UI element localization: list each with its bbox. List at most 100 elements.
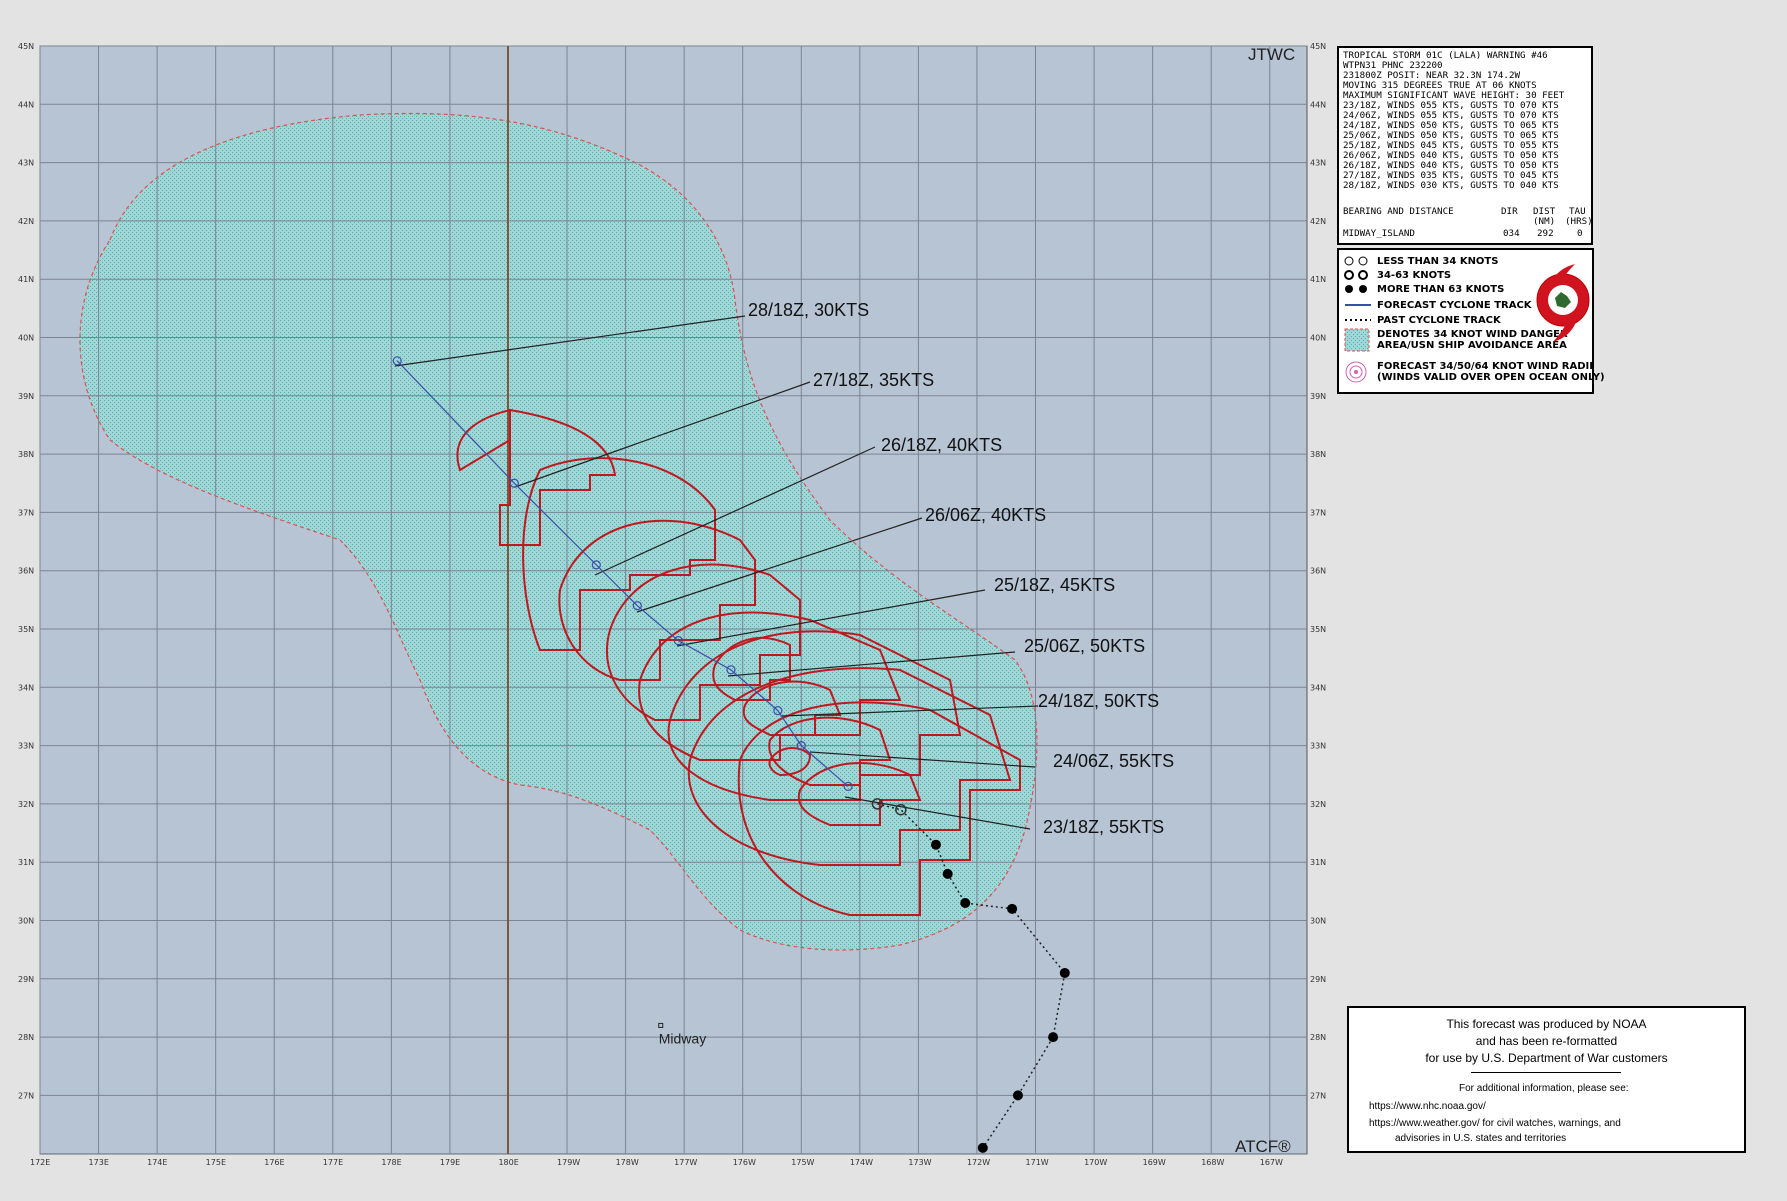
row-dir: 034 xyxy=(1503,228,1520,239)
lon-label: 167W xyxy=(1260,1158,1283,1167)
lat-label: 42N xyxy=(18,217,34,226)
lat-label: 29N xyxy=(18,975,34,984)
forecast-label-26-06: 26/06Z, 40KTS xyxy=(925,505,1046,525)
lon-label: 178E xyxy=(381,1158,401,1167)
warning-info-box: TROPICAL STORM 01C (LALA) WARNING #46 WTP… xyxy=(1337,46,1593,245)
noaa-notice-box: This forecast was produced by NOAA and h… xyxy=(1347,1006,1746,1153)
lat-label: 27N xyxy=(18,1091,34,1100)
lat-label: 31N xyxy=(18,858,34,867)
lat-label: 39N xyxy=(1310,392,1326,401)
noaa-divider xyxy=(1471,1072,1621,1073)
storm-half-icon xyxy=(1343,268,1377,282)
bearing-header: BEARING AND DISTANCE xyxy=(1343,206,1454,217)
lat-label: 41N xyxy=(18,275,34,284)
lon-label: 174E xyxy=(147,1158,167,1167)
lat-label: 31N xyxy=(1310,858,1326,867)
lon-label: 176E xyxy=(264,1158,284,1167)
noaa-line2: and has been re-formatted xyxy=(1475,1034,1618,1048)
legend-past-track: PAST CYCLONE TRACK xyxy=(1343,313,1501,327)
forecast-label-26-18: 26/18Z, 40KTS xyxy=(881,435,1002,455)
lat-label: 40N xyxy=(18,334,34,343)
lon-label: 173W xyxy=(908,1158,931,1167)
forecast-track-icon xyxy=(1343,298,1377,312)
lat-label: 37N xyxy=(1310,508,1326,517)
lon-label: 173E xyxy=(89,1158,109,1167)
lat-label: 29N xyxy=(1310,975,1326,984)
lat-label: 43N xyxy=(1310,159,1326,168)
past-point xyxy=(960,898,971,909)
lat-label: 28N xyxy=(1310,1033,1326,1042)
lon-label: 175W xyxy=(791,1158,814,1167)
row-name: MIDWAY_ISLAND xyxy=(1343,228,1415,239)
lat-label: 43N xyxy=(18,159,34,168)
row-tau: 0 xyxy=(1577,228,1583,239)
noaa-url2b: advisories in U.S. states and territorie… xyxy=(1395,1133,1567,1144)
wind-radii-icon xyxy=(1343,361,1377,383)
legend-forecast-track: FORECAST CYCLONE TRACK xyxy=(1343,298,1532,312)
lon-label: 179E xyxy=(440,1158,460,1167)
lon-label: 176W xyxy=(733,1158,756,1167)
lon-label: 168W xyxy=(1201,1158,1224,1167)
lat-label: 33N xyxy=(1310,742,1326,751)
row-dist: 292 xyxy=(1537,228,1554,239)
lat-label: 44N xyxy=(18,100,34,109)
col-dir: DIR xyxy=(1501,206,1518,217)
past-point xyxy=(977,1142,988,1153)
past-point xyxy=(1012,1090,1023,1101)
past-track-icon xyxy=(1343,313,1377,327)
forecast-label-28-18: 28/18Z, 30KTS xyxy=(748,300,869,320)
lat-label: 30N xyxy=(18,917,34,926)
lon-label: 169W xyxy=(1143,1158,1166,1167)
lat-label: 36N xyxy=(18,567,34,576)
lat-label: 27N xyxy=(1310,1091,1326,1100)
noaa-info: For additional information, please see: xyxy=(1459,1083,1629,1094)
lat-label: 34N xyxy=(1310,683,1326,692)
legend-more-63: MORE THAN 63 KNOTS xyxy=(1343,282,1504,296)
lon-labels: 172E 173E 174E 175E 176E 177E 178E 179E 180E 179W… xyxy=(30,1158,1283,1167)
legend-less-34: LESS THAN 34 KNOTS xyxy=(1343,254,1498,268)
lat-label: 39N xyxy=(18,392,34,401)
lat-label: 28N xyxy=(18,1033,34,1042)
lon-label: 177W xyxy=(674,1158,697,1167)
lat-label: 40N xyxy=(1310,334,1326,343)
storm-filled-icon xyxy=(1343,282,1377,296)
past-point xyxy=(1007,903,1018,914)
lat-label: 33N xyxy=(18,742,34,751)
forecast-label-23-18: 23/18Z, 55KTS xyxy=(1043,817,1164,837)
forecast-label-24-18: 24/18Z, 50KTS xyxy=(1038,691,1159,711)
forecast-label-25-06: 25/06Z, 50KTS xyxy=(1024,636,1145,656)
past-point xyxy=(942,868,953,879)
col-dist-unit: (NM) xyxy=(1533,216,1556,227)
lat-label: 32N xyxy=(1310,800,1326,809)
past-point xyxy=(930,839,941,850)
legend-box: LESS THAN 34 KNOTS 34-63 KNOTS MORE THAN… xyxy=(1337,248,1605,394)
past-point xyxy=(1048,1032,1059,1043)
danger-area-icon xyxy=(1343,328,1377,352)
legend-34-63: 34-63 KNOTS xyxy=(1343,268,1451,282)
lat-label: 32N xyxy=(18,800,34,809)
lat-label: 30N xyxy=(1310,917,1326,926)
lat-label: 45N xyxy=(1310,42,1326,51)
legend-danger-area: DENOTES 34 KNOT WIND DANGER AREA/USN SHI… xyxy=(1343,328,1568,352)
lon-label: 177E xyxy=(323,1158,343,1167)
lat-label: 45N xyxy=(18,42,34,51)
forecast-label-24-06: 24/06Z, 55KTS xyxy=(1053,751,1174,771)
lon-label: 179W xyxy=(557,1158,580,1167)
nws-logo xyxy=(1536,264,1590,342)
lon-label: 180E xyxy=(498,1158,518,1167)
midway-label: Midway xyxy=(659,1030,706,1046)
noaa-line1: This forecast was produced by NOAA xyxy=(1446,1017,1647,1031)
warning-lines: TROPICAL STORM 01C (LALA) WARNING #46 WTP… xyxy=(1343,51,1587,191)
lon-label: 174W xyxy=(850,1158,873,1167)
col-tau-unit: (HRS) xyxy=(1565,216,1593,227)
lat-label: 34N xyxy=(18,683,34,692)
bearing-table: BEARING AND DISTANCE DIR DIST TAU (NM) (… xyxy=(1343,206,1593,239)
lat-label: 36N xyxy=(1310,567,1326,576)
noaa-url2[interactable]: https://www.weather.gov/ for civil watch… xyxy=(1369,1118,1621,1129)
lat-labels-right: 45N 44N 43N 42N 41N 40N 39N 38N 37N 36N 35N 34N 33N 3… xyxy=(1310,42,1326,1100)
lat-label: 37N xyxy=(18,508,34,517)
lat-label: 38N xyxy=(1310,450,1326,459)
lon-label: 171W xyxy=(1026,1158,1049,1167)
noaa-url1[interactable]: https://www.nhc.noaa.gov/ xyxy=(1369,1101,1486,1112)
lat-label: 35N xyxy=(18,625,34,634)
